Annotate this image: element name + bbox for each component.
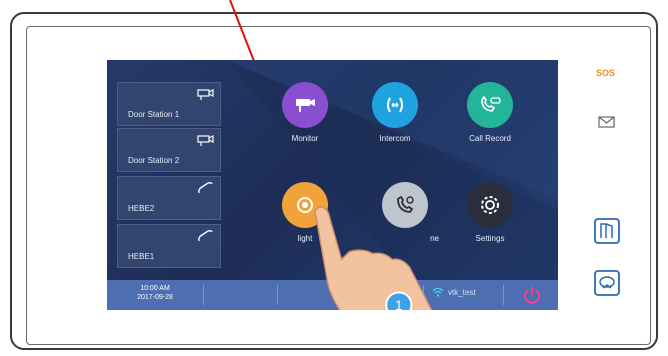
source-door-station-1[interactable]: Door Station 1 [117,82,221,126]
camera-icon [197,135,214,146]
divider [277,285,278,305]
source-hebe1[interactable]: HEBE1 [117,224,221,268]
monitor-icon[interactable] [594,270,620,296]
sos-button[interactable]: SOS [596,68,615,78]
touch-screen: Door Station 1 Door Station 2 HEBE2 HEBE… [107,60,558,310]
handset-icon [198,181,213,194]
step-badge: 1 [395,298,403,310]
clock: 10:00 AM 2017-09-28 [125,284,185,302]
envelope-icon[interactable] [598,115,616,129]
tile-label: Settings [475,234,505,243]
tile-label: Intercom [379,134,411,143]
gear-icon [467,182,513,228]
source-label: HEBE2 [128,204,155,213]
sos-label: SOS [596,68,616,78]
tile-label: Call Record [469,134,511,143]
tile-label: Monitor [291,134,319,143]
time-text: 10:00 AM [140,285,170,292]
date-text: 2017-09-28 [137,294,173,301]
intercom-arrows-icon [372,82,418,128]
tile-settings[interactable]: Settings [460,182,520,243]
source-door-station-2[interactable]: Door Station 2 [117,128,221,172]
source-label: HEBE1 [128,252,155,261]
source-hebe2[interactable]: HEBE2 [117,176,221,220]
divider [203,285,204,305]
tile-call-record[interactable]: Call Record [455,82,525,143]
source-label: Door Station 1 [128,110,180,119]
divider [503,285,504,305]
camera-icon [197,89,214,100]
power-icon[interactable] [521,284,543,306]
tile-intercom[interactable]: Intercom [365,82,425,143]
door-icon[interactable] [594,218,620,244]
phone-voicemail-icon [467,82,513,128]
cctv-camera-icon [282,82,328,128]
source-list: Door Station 1 Door Station 2 HEBE2 HEBE… [117,82,221,270]
source-label: Door Station 2 [128,156,180,165]
tile-monitor[interactable]: Monitor [275,82,335,143]
hand-pointer-illustration: 1 [314,206,433,310]
handset-icon [198,229,213,242]
